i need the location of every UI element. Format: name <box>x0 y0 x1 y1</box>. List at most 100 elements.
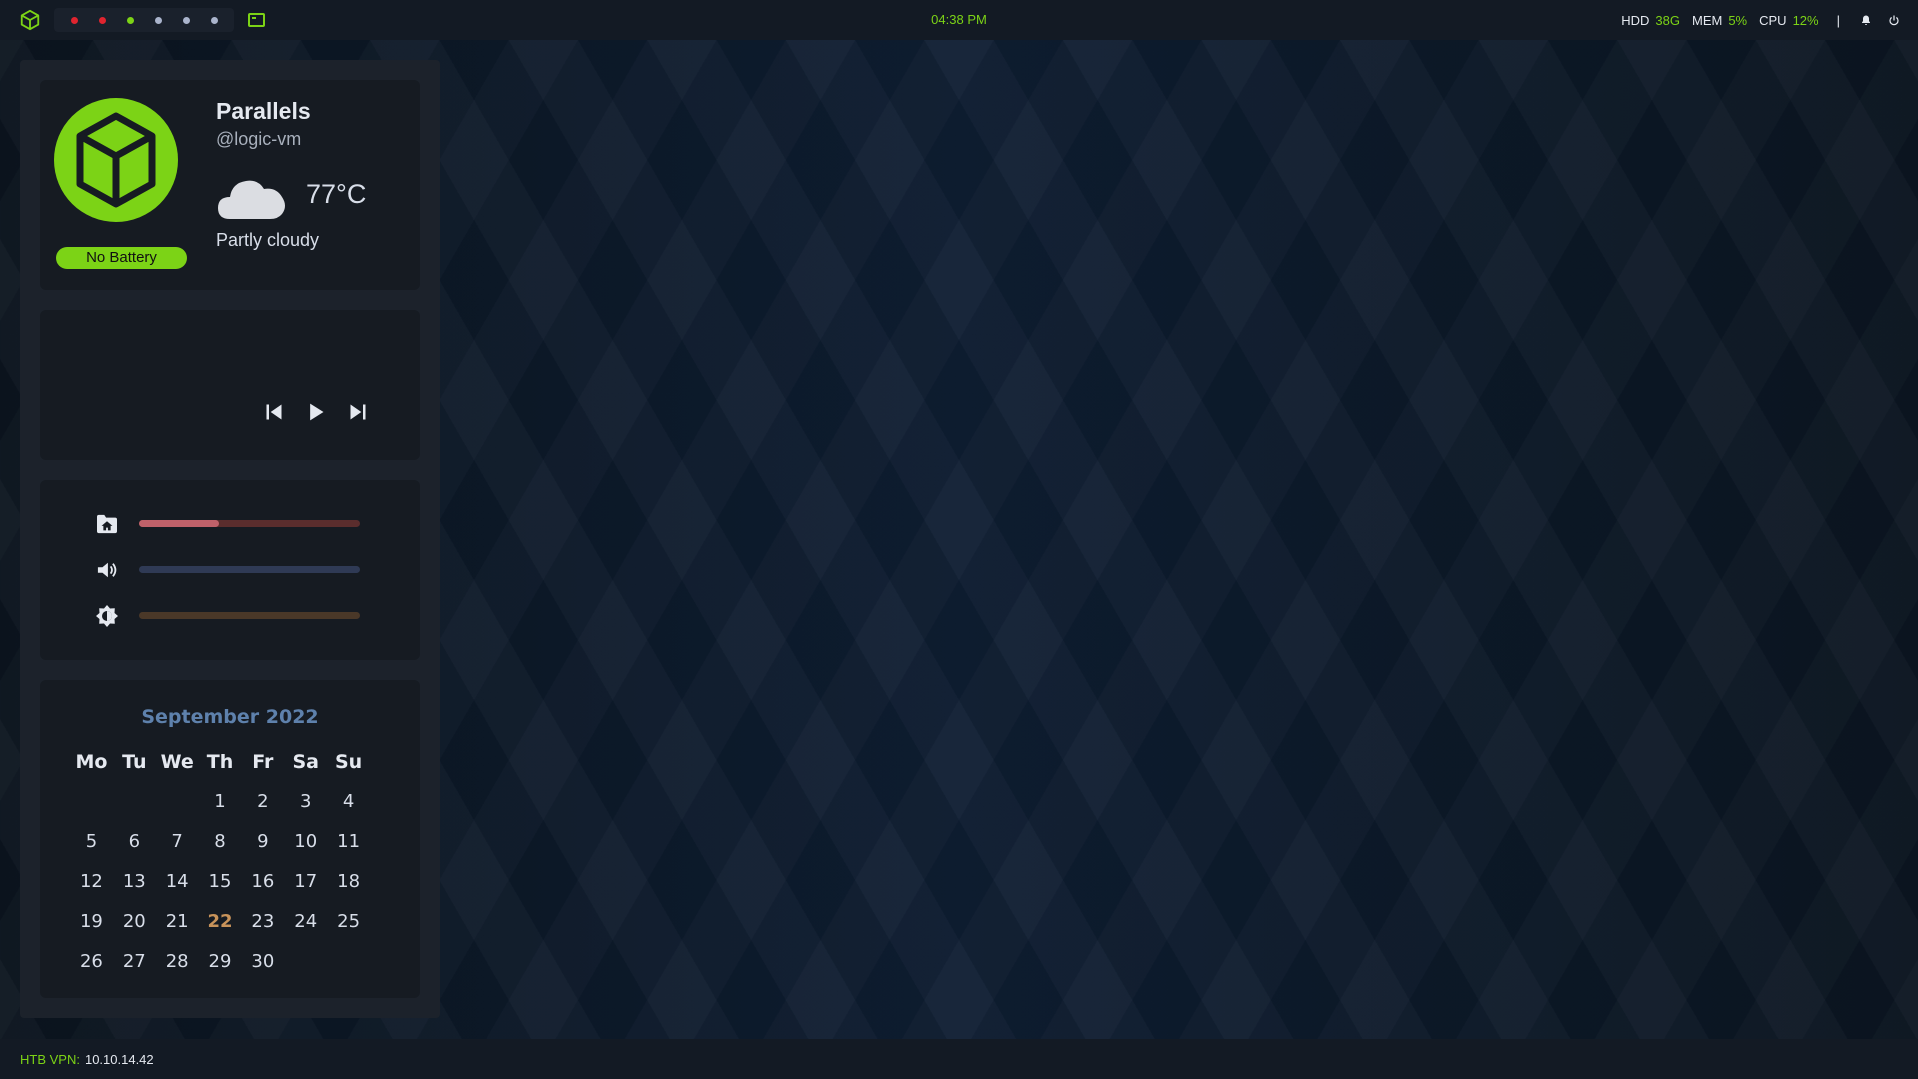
sliders-card <box>40 480 420 660</box>
calendar-day <box>156 790 199 814</box>
calendar-day[interactable]: 7 <box>156 830 199 854</box>
calendar-day[interactable]: 2 <box>241 790 284 814</box>
brightness-row <box>95 604 375 628</box>
workspace-4-button[interactable] <box>144 8 172 32</box>
calendar-day[interactable]: 23 <box>241 910 284 934</box>
music-player-card <box>40 310 420 460</box>
terminal-icon[interactable] <box>248 13 265 27</box>
top-bar: 04:38 PM HDD 38G MEM 5% CPU 12% | <box>0 0 1918 40</box>
calendar-day[interactable]: 29 <box>199 950 242 974</box>
mem-value: 5% <box>1728 12 1748 28</box>
calendar-day[interactable]: 5 <box>70 830 113 854</box>
calendar-day[interactable]: 10 <box>284 830 327 854</box>
battery-badge: No Battery <box>56 247 187 269</box>
calendar-day[interactable]: 30 <box>241 950 284 974</box>
cpu-value: 12% <box>1792 12 1819 28</box>
workspace-indicator <box>154 16 162 24</box>
calendar-day[interactable]: 28 <box>156 950 199 974</box>
calendar-week-row: 26 27 28 29 30 <box>70 950 370 990</box>
calendar-week-row: 19 20 21 22 23 24 25 <box>70 910 370 950</box>
workspace-indicator <box>126 16 134 24</box>
calendar-today[interactable]: 22 <box>199 910 242 934</box>
calendar-day[interactable]: 13 <box>113 870 156 894</box>
skip-next-icon[interactable] <box>346 400 370 424</box>
weekday-label: Mo <box>75 751 108 773</box>
workspace-5-button[interactable] <box>172 8 200 32</box>
calendar-day[interactable]: 3 <box>284 790 327 814</box>
calendar-day <box>113 790 156 814</box>
top-bar-left <box>18 0 265 40</box>
calendar-month-title: September 2022 <box>141 706 319 728</box>
dashboard-panel: No Battery Parallels @logic-vm 77°C Part… <box>20 60 440 1079</box>
disk-usage-track <box>139 520 360 527</box>
avatar-cube-icon <box>54 98 178 222</box>
calendar-day[interactable]: 21 <box>156 910 199 934</box>
calendar-day[interactable]: 17 <box>284 870 327 894</box>
calendar-day[interactable]: 25 <box>327 910 370 934</box>
skip-previous-icon[interactable] <box>262 400 286 424</box>
calendar-day[interactable]: 8 <box>199 830 242 854</box>
calendar-day[interactable]: 6 <box>113 830 156 854</box>
calendar-day[interactable]: 18 <box>327 870 370 894</box>
calendar-day[interactable]: 26 <box>70 950 113 974</box>
calendar-day[interactable]: 19 <box>70 910 113 934</box>
calendar-day <box>327 950 370 974</box>
calendar-day[interactable]: 24 <box>284 910 327 934</box>
weekday-label: Sa <box>292 751 319 773</box>
weekday-label: Tu <box>122 751 147 773</box>
calendar-day[interactable]: 1 <box>199 790 242 814</box>
calendar-day[interactable]: 14 <box>156 870 199 894</box>
system-stats: HDD 38G MEM 5% CPU 12% | <box>1621 0 1902 40</box>
bottom-bar: HTB VPN: 10.10.14.42 <box>0 1039 1918 1079</box>
calendar-day <box>284 950 327 974</box>
hdd-label: HDD <box>1621 12 1650 28</box>
cube-icon[interactable] <box>18 8 42 32</box>
calendar-day[interactable]: 20 <box>113 910 156 934</box>
calendar-day[interactable]: 11 <box>327 830 370 854</box>
calendar-card: September 2022 Mo Tu We Th Fr Sa Su 1 2 3 4 5 6 7 8 9 10… <box>40 680 420 998</box>
calendar-day <box>70 790 113 814</box>
volume-row <box>95 558 375 582</box>
brightness-icon <box>95 604 119 628</box>
calendar-week-row: 12 13 14 15 16 17 18 <box>70 870 370 910</box>
workspace-3-button[interactable] <box>116 8 144 32</box>
separator: | <box>1836 12 1840 28</box>
workspace-indicator <box>70 16 78 24</box>
calendar-day[interactable]: 12 <box>70 870 113 894</box>
profile-name: Parallels <box>216 98 311 124</box>
disk-usage-fill <box>139 520 219 527</box>
mem-label: MEM <box>1691 12 1723 28</box>
clock[interactable]: 04:38 PM <box>931 12 987 27</box>
disk-usage-row <box>95 512 375 536</box>
workspace-indicator <box>182 16 190 24</box>
workspace-6-button[interactable] <box>200 8 228 32</box>
calendar-week-row: 5 6 7 8 9 10 11 <box>70 830 370 870</box>
vpn-label: HTB VPN: <box>20 1051 80 1067</box>
calendar-day[interactable]: 15 <box>199 870 242 894</box>
calendar-day[interactable]: 16 <box>241 870 284 894</box>
volume-icon <box>95 558 119 582</box>
profile-card: No Battery Parallels @logic-vm 77°C Part… <box>40 80 420 290</box>
hdd-value: 38G <box>1655 12 1680 28</box>
calendar-day[interactable]: 4 <box>327 790 370 814</box>
calendar-day[interactable]: 9 <box>241 830 284 854</box>
calendar-weekday-header: Mo Tu We Th Fr Sa Su <box>70 750 370 790</box>
workspace-2-button[interactable] <box>88 8 116 32</box>
weekday-label: Th <box>206 751 234 773</box>
weekday-label: Fr <box>252 751 274 773</box>
workspace-indicator <box>210 16 218 24</box>
profile-handle: @logic-vm <box>216 129 302 149</box>
brightness-slider[interactable] <box>139 612 360 619</box>
workspace-1-button[interactable] <box>60 8 88 32</box>
cpu-label: CPU <box>1759 12 1787 28</box>
workspace-indicator <box>98 16 106 24</box>
bell-icon[interactable] <box>1858 12 1874 28</box>
calendar-grid: Mo Tu We Th Fr Sa Su 1 2 3 4 5 6 7 8 9 10 11 12 13 14 15 16 17 1… <box>70 750 370 990</box>
play-icon[interactable] <box>304 400 328 424</box>
calendar-day[interactable]: 27 <box>113 950 156 974</box>
power-icon[interactable] <box>1886 12 1902 28</box>
workspace-switcher <box>54 8 234 32</box>
volume-slider[interactable] <box>139 566 360 573</box>
calendar-week-row: 1234 <box>70 790 370 830</box>
vpn-ip: 10.10.14.42 <box>84 1051 154 1067</box>
